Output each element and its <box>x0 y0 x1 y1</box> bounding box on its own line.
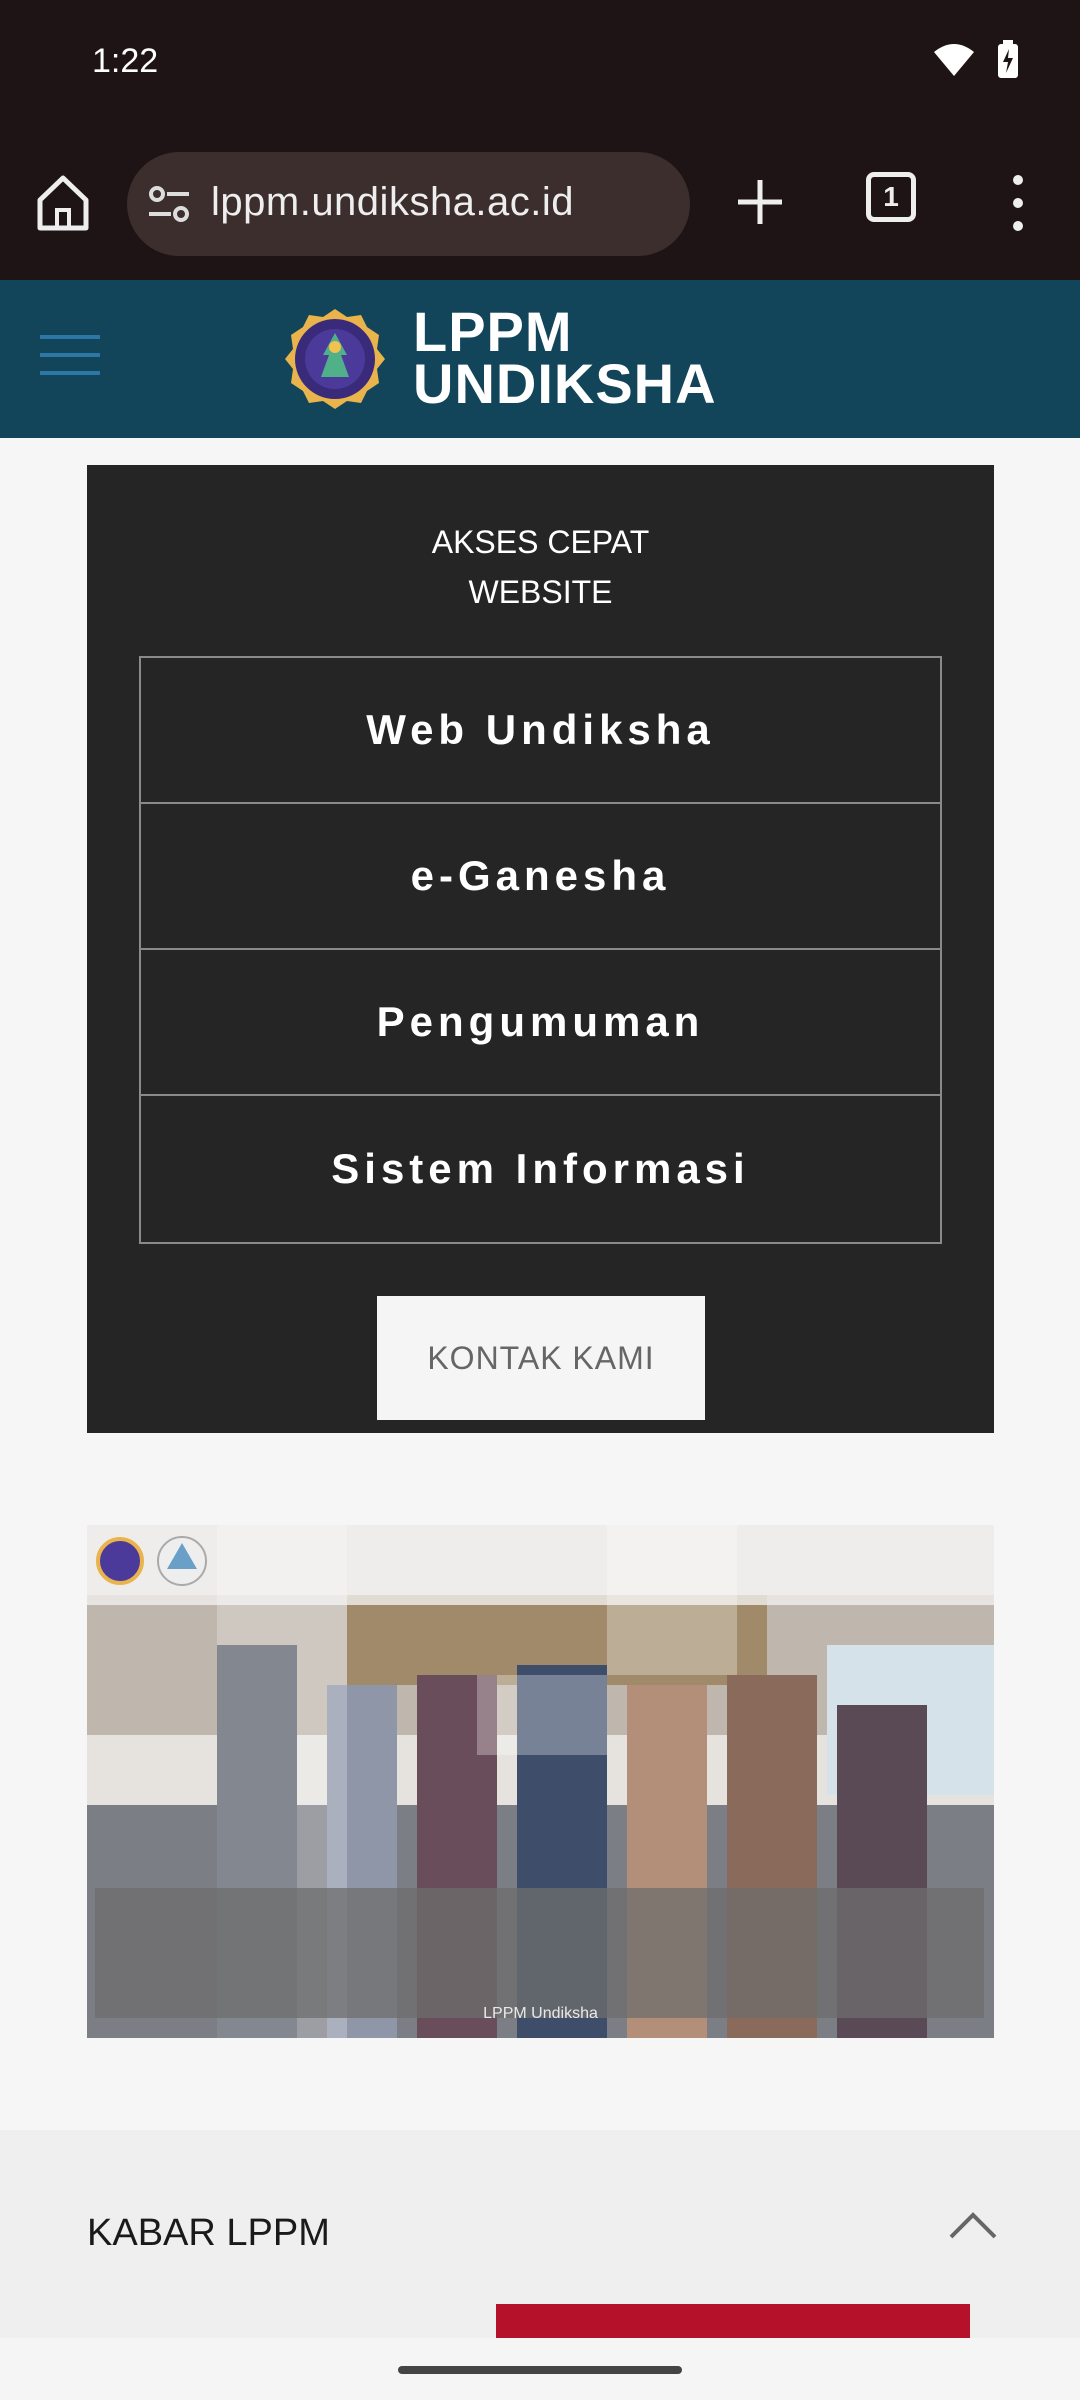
wifi-icon <box>934 44 974 76</box>
logo-line-1: LPPM <box>413 300 573 363</box>
video-overlay-bar <box>95 1888 984 2018</box>
site-header: LPPM UNDIKSHA <box>0 280 1080 438</box>
status-time: 1:22 <box>92 42 159 80</box>
video-caption: LPPM Undiksha <box>483 2005 598 2022</box>
quick-access-title: AKSES CEPAT WEBSITE <box>87 517 994 617</box>
hamburger-menu-icon[interactable] <box>40 335 100 379</box>
link-web-undiksha[interactable]: Web Undiksha <box>141 658 940 804</box>
kabar-title: KABAR LPPM <box>87 2212 330 2254</box>
logo-line-2: UNDIKSHA <box>413 352 717 415</box>
contact-us-button[interactable]: KONTAK KAMI <box>377 1296 705 1420</box>
quick-access-panel: AKSES CEPAT WEBSITE Web Undiksha e-Ganes… <box>87 465 994 1433</box>
more-menu-icon[interactable] <box>1004 170 1032 236</box>
undiksha-logo[interactable] <box>283 307 387 411</box>
quick-access-list: Web Undiksha e-Ganesha Pengumuman Sistem… <box>139 656 942 1244</box>
link-pengumuman[interactable]: Pengumuman <box>141 950 940 1096</box>
status-bar: 1:22 <box>0 0 1080 130</box>
new-tab-icon[interactable] <box>730 172 790 232</box>
link-sistem-informasi[interactable]: Sistem Informasi <box>141 1096 940 1242</box>
link-e-ganesha[interactable]: e-Ganesha <box>141 804 940 950</box>
chevron-up-icon[interactable] <box>948 2210 998 2240</box>
home-icon[interactable] <box>30 170 96 236</box>
tab-switcher-button[interactable]: 1 <box>866 172 916 222</box>
browser-toolbar: lppm.undiksha.ac.id 1 <box>0 130 1080 280</box>
site-settings-icon[interactable] <box>145 180 193 228</box>
url-text[interactable]: lppm.undiksha.ac.id <box>211 180 574 225</box>
home-handle[interactable] <box>398 2366 682 2374</box>
gesture-nav-bar <box>0 2338 1080 2400</box>
logo-text[interactable]: LPPM UNDIKSHA <box>413 300 717 415</box>
url-bar[interactable]: lppm.undiksha.ac.id <box>127 152 690 256</box>
quick-access-title-line-2: WEBSITE <box>468 574 613 610</box>
status-icons <box>932 40 1020 80</box>
quick-access-title-line-1: AKSES CEPAT <box>431 524 650 560</box>
video-thumbnail[interactable]: LPPM Undiksha <box>87 1525 994 2038</box>
battery-icon <box>998 40 1018 78</box>
